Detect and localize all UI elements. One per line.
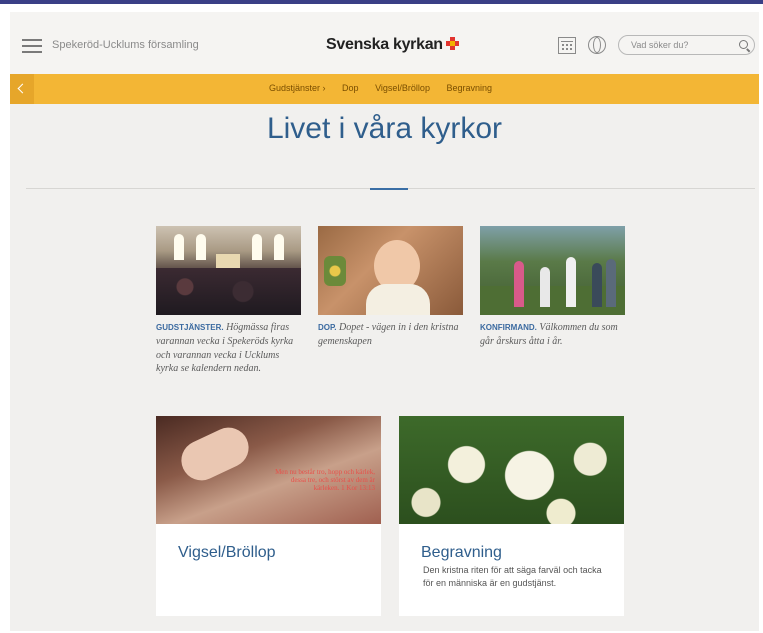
nav-item-begravning[interactable]: Begravning	[446, 83, 492, 93]
nav-item-vigsel[interactable]: Vigsel/Bröllop	[375, 83, 430, 93]
card-label[interactable]: KONFIRMAND.	[480, 323, 537, 332]
card-caption: KONFIRMAND. Välkommen du som går årskurs…	[480, 321, 625, 349]
section-nav: Gudstjänster › Dop Vigsel/Bröllop Begrav…	[10, 74, 759, 104]
parish-name[interactable]: Spekeröd-Ucklums församling	[52, 39, 199, 51]
card-title: Vigsel/Bröllop	[178, 544, 276, 561]
confirmation-image[interactable]	[480, 226, 625, 315]
card-text: Dopet - vägen in i den kristna gemenskap…	[318, 322, 459, 347]
bible-verse: Men nu består tro, hopp och kärlek, dess…	[275, 468, 375, 492]
card-label[interactable]: GUDSTJÄNSTER.	[156, 323, 224, 332]
nav-item-label: Gudstjänster	[269, 83, 321, 93]
card-dop: DOP. Dopet - vägen in i den kristna geme…	[318, 226, 463, 349]
top-border	[0, 0, 763, 4]
wedding-image: Men nu består tro, hopp och kärlek, dess…	[156, 416, 381, 524]
brand-name: Svenska kyrkan	[326, 36, 443, 53]
site-header: Spekeröd-Ucklums församling Svenska kyrk…	[10, 12, 759, 74]
page-title: Livet i våra kyrkor	[266, 112, 503, 145]
nav-item-dop[interactable]: Dop	[342, 83, 359, 93]
brand-logo[interactable]: Svenska kyrkan	[326, 36, 459, 54]
cross-logo-icon	[445, 37, 459, 50]
funeral-roses-image	[399, 416, 624, 524]
card-begravning[interactable]: Begravning Den kristna riten för att säg…	[399, 416, 624, 616]
page: Spekeröd-Ucklums församling Svenska kyrk…	[10, 12, 759, 631]
card-label[interactable]: DOP.	[318, 323, 337, 332]
card-gudstjanster: GUDSTJÄNSTER. Högmässa firas varannan ve…	[156, 226, 301, 376]
card-description: Den kristna riten för att säga farväl oc…	[423, 565, 602, 588]
globe-icon[interactable]	[588, 36, 606, 54]
search-input[interactable]: Vad söker du?	[618, 35, 755, 55]
card-caption: DOP. Dopet - vägen in i den kristna geme…	[318, 321, 463, 349]
search-placeholder: Vad söker du?	[631, 40, 689, 50]
divider-accent	[370, 188, 408, 190]
hamburger-icon[interactable]	[22, 39, 42, 53]
card-konfirmand: KONFIRMAND. Välkommen du som går årskurs…	[480, 226, 625, 349]
calendar-icon[interactable]	[558, 37, 576, 54]
back-arrow-icon[interactable]	[10, 74, 34, 104]
nav-item-gudstjanster[interactable]: Gudstjänster ›	[269, 83, 326, 93]
baptism-image[interactable]	[318, 226, 463, 315]
nav-items: Gudstjänster › Dop Vigsel/Bröllop Begrav…	[269, 83, 506, 93]
card-caption: GUDSTJÄNSTER. Högmässa firas varannan ve…	[156, 321, 301, 376]
church-service-image[interactable]	[156, 226, 301, 315]
search-icon[interactable]	[739, 40, 748, 49]
card-vigsel[interactable]: Men nu består tro, hopp och kärlek, dess…	[156, 416, 381, 616]
card-title: Begravning	[421, 544, 502, 561]
